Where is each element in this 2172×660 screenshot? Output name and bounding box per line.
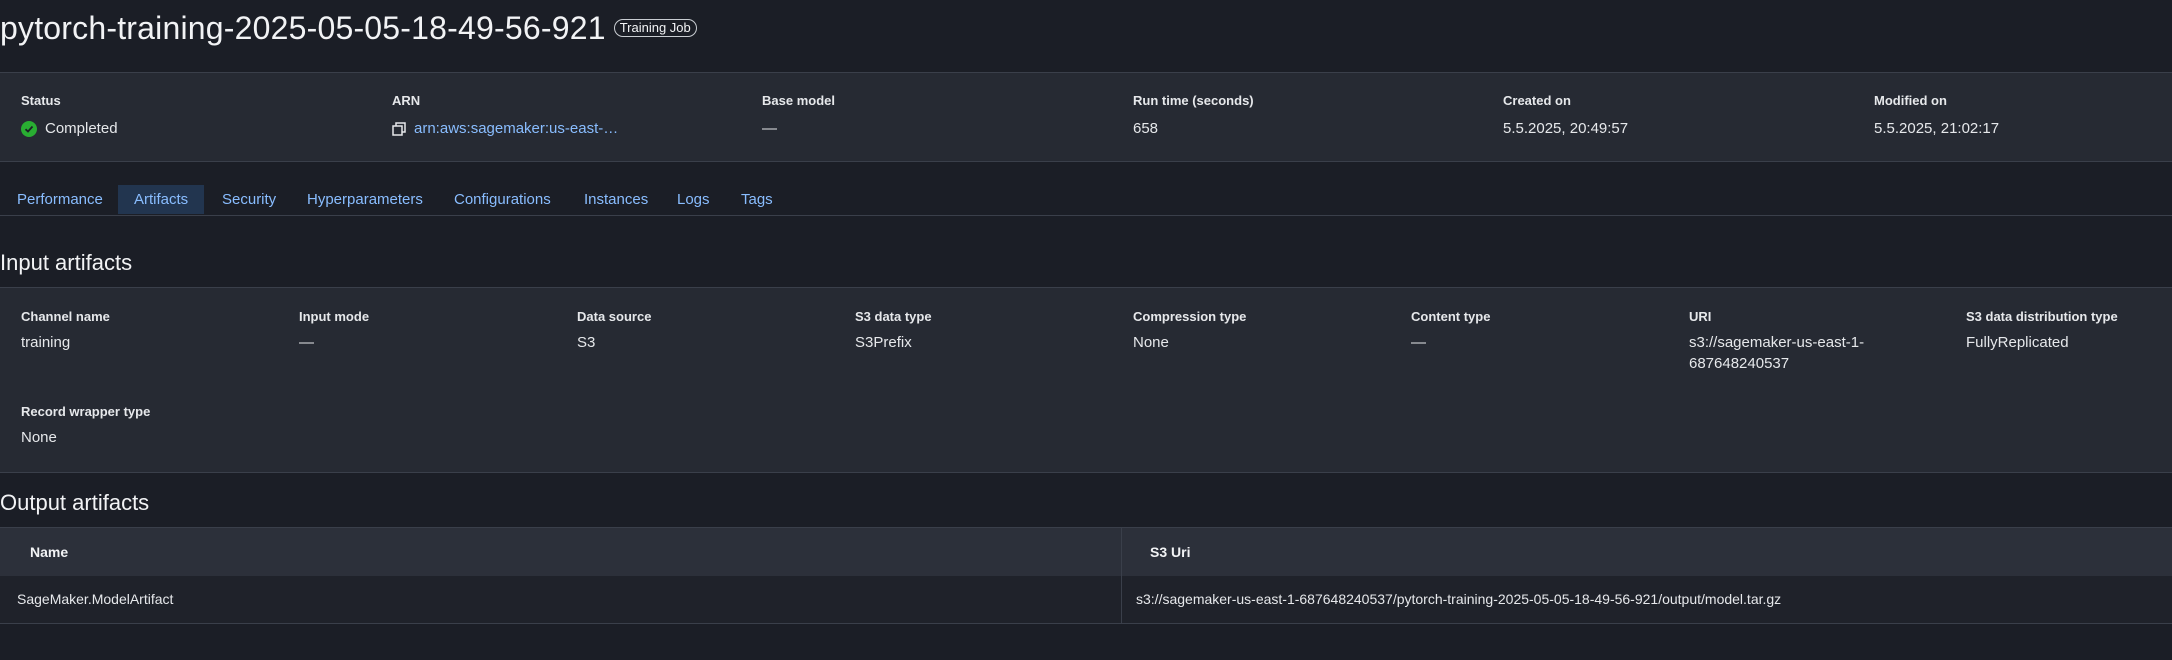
content-type-value: —: [1411, 334, 1426, 351]
compression-type-value: None: [1133, 334, 1169, 351]
s3-data-type-field: S3 data type S3Prefix: [855, 309, 1095, 353]
channel-name-field: Channel name training: [21, 309, 261, 353]
tab-hyperparameters[interactable]: Hyperparameters: [291, 185, 439, 214]
tab-tags[interactable]: Tags: [725, 185, 789, 214]
input-mode-field: Input mode —: [299, 309, 539, 353]
status-label: Status: [21, 93, 61, 108]
output-artifacts-table: Name S3 Uri SageMaker.ModelArtifact s3:/…: [0, 527, 2172, 624]
base-model-value: —: [762, 120, 777, 137]
arn-field: ARN arn:aws:sagemaker:us-east-…: [392, 93, 618, 137]
column-header-name[interactable]: Name: [30, 528, 68, 576]
copy-icon[interactable]: [392, 121, 406, 136]
job-summary-card: Status Completed ARN arn:aws:sagemaker:u…: [0, 72, 2172, 162]
run-time-field: Run time (seconds) 658: [1133, 93, 1254, 137]
created-on-field: Created on 5.5.2025, 20:49:57: [1503, 93, 1628, 137]
record-wrapper-type-value: None: [21, 429, 57, 446]
created-on-label: Created on: [1503, 93, 1571, 108]
check-circle-icon: [21, 120, 37, 137]
input-artifacts-card: Channel name training Input mode — Data …: [0, 287, 2172, 473]
artifact-name-cell: SageMaker.ModelArtifact: [17, 591, 174, 607]
base-model-label: Base model: [762, 93, 835, 108]
data-source-field: Data source S3: [577, 309, 817, 353]
artifact-uri-cell: s3://sagemaker-us-east-1-687648240537/py…: [1136, 591, 1782, 607]
data-source-label: Data source: [577, 309, 652, 324]
data-source-value: S3: [577, 334, 596, 351]
training-job-page: pytorch-training-2025-05-05-18-49-56-921…: [0, 0, 2172, 660]
output-artifacts-title: Output artifacts: [0, 490, 150, 515]
s3-distribution-type-value: FullyReplicated: [1966, 334, 2069, 351]
page-title: pytorch-training-2025-05-05-18-49-56-921: [0, 9, 606, 46]
arn-label: ARN: [392, 93, 421, 108]
channel-name-label: Channel name: [21, 309, 110, 324]
input-mode-label: Input mode: [299, 309, 370, 324]
created-on-value: 5.5.2025, 20:49:57: [1503, 120, 1629, 137]
table-header: [0, 528, 2172, 576]
s3-data-type-label: S3 data type: [855, 309, 932, 324]
page-header: pytorch-training-2025-05-05-18-49-56-921…: [0, 8, 697, 48]
modified-on-label: Modified on: [1874, 93, 1947, 108]
tab-configurations[interactable]: Configurations: [438, 185, 567, 214]
run-time-label: Run time (seconds): [1133, 93, 1254, 108]
modified-on-value: 5.5.2025, 21:02:17: [1874, 120, 2000, 137]
column-header-s3-uri[interactable]: S3 Uri: [1150, 528, 1190, 576]
uri-label: URI: [1689, 309, 1712, 324]
compression-type-label: Compression type: [1133, 309, 1247, 324]
content-type-label: Content type: [1411, 309, 1491, 324]
status-value: Completed: [45, 120, 118, 137]
arn-link[interactable]: arn:aws:sagemaker:us-east-…: [414, 120, 618, 137]
job-type-badge: Training Job: [613, 19, 697, 37]
record-wrapper-type-field: Record wrapper type None: [21, 404, 261, 448]
record-wrapper-type-label: Record wrapper type: [21, 404, 151, 419]
tab-instances[interactable]: Instances: [568, 185, 664, 214]
modified-on-field: Modified on 5.5.2025, 21:02:17: [1874, 93, 1999, 137]
tab-artifacts[interactable]: Artifacts: [118, 185, 205, 214]
uri-field: URI s3://sagemaker-us-east-1-68764824053…: [1689, 309, 1889, 374]
run-time-value: 658: [1133, 120, 1159, 137]
detail-tabs: Performance Artifacts Security Hyperpara…: [0, 185, 2172, 216]
s3-data-type-value: S3Prefix: [855, 334, 912, 351]
uri-value: s3://sagemaker-us-east-1-687648240537: [1689, 334, 1865, 372]
tab-performance[interactable]: Performance: [1, 185, 119, 214]
column-divider: [1121, 528, 1122, 623]
status-field: Status Completed: [21, 93, 118, 137]
content-type-field: Content type —: [1411, 309, 1651, 353]
input-mode-value: —: [299, 334, 314, 351]
s3-distribution-type-field: S3 data distribution type FullyReplicate…: [1966, 309, 2166, 353]
base-model-field: Base model —: [762, 93, 835, 137]
compression-type-field: Compression type None: [1133, 309, 1373, 353]
channel-name-value: training: [21, 334, 71, 351]
s3-distribution-type-label: S3 data distribution type: [1966, 309, 2118, 324]
tab-security[interactable]: Security: [206, 185, 292, 214]
tab-logs[interactable]: Logs: [661, 185, 726, 214]
input-artifacts-title: Input artifacts: [0, 250, 133, 275]
